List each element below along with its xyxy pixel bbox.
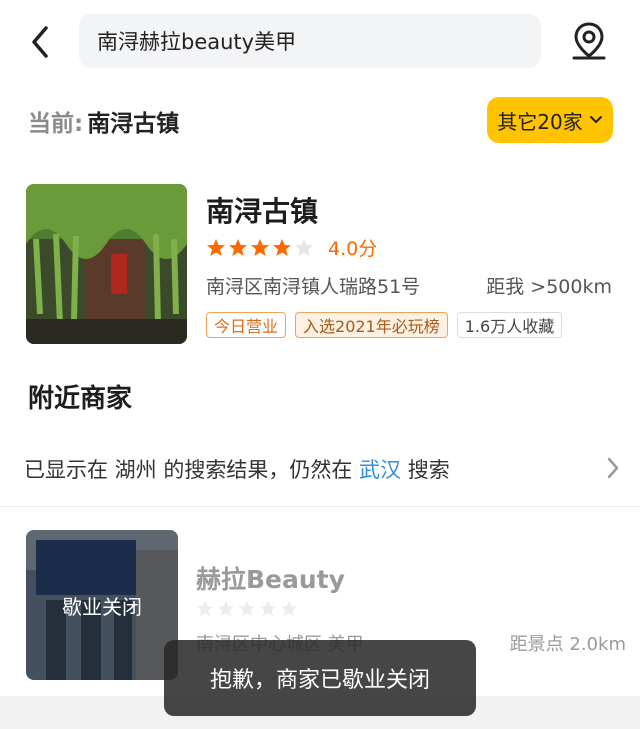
star-icon <box>238 600 256 617</box>
star-icon <box>229 238 247 256</box>
other-shops-button[interactable]: 其它20家 <box>487 97 613 143</box>
notice-text: 已显示在 湖州 的搜索结果，仍然在 武汉 搜索 <box>24 454 450 484</box>
shop-name: 南浔古镇 <box>206 195 319 228</box>
star-icon <box>207 238 225 256</box>
toast-text: 抱歉，商家已歇业关闭 <box>209 668 430 693</box>
star-icon <box>196 600 214 617</box>
current-value: 南浔古镇 <box>87 111 180 137</box>
shop-rating: 4.0分 <box>206 234 377 261</box>
notice-suffix: 搜索 <box>407 458 450 482</box>
top-bar: 南浔赫拉beauty美甲 <box>0 0 640 84</box>
chevron-left-icon <box>32 26 48 58</box>
chevron-right-icon <box>607 457 619 479</box>
section-title-nearby: 附近商家 <box>28 384 133 414</box>
location-pin-icon <box>572 22 606 60</box>
search-input[interactable]: 南浔赫拉beauty美甲 <box>79 14 541 68</box>
closed-overlay: 歇业关闭 <box>26 530 178 680</box>
notice-city-link[interactable]: 武汉 <box>359 458 401 482</box>
tag-favorites: 1.6万人收藏 <box>456 312 563 338</box>
location-button[interactable] <box>566 18 612 64</box>
divider <box>0 506 640 507</box>
shop-tags: 今日营业 入选2021年必玩榜 1.6万人收藏 <box>206 312 571 338</box>
closed-shop-image: 歇业关闭 <box>26 530 178 680</box>
rating-score: 4.0分 <box>328 238 378 260</box>
closed-shop-rating <box>196 600 301 618</box>
current-label: 当前: <box>28 111 84 137</box>
shop-address: 南浔区南浔镇人瑞路51号 <box>206 276 421 298</box>
star-icon <box>295 238 313 256</box>
toast-message: 抱歉，商家已歇业关闭 <box>164 640 476 716</box>
notice-prefix: 已显示在 湖州 的搜索结果，仍然在 <box>24 458 353 482</box>
tag-open-today: 今日营业 <box>206 312 287 338</box>
search-query: 南浔赫拉beauty美甲 <box>97 30 297 54</box>
back-button[interactable] <box>26 22 56 62</box>
star-icon <box>259 600 277 617</box>
closed-shop-distance: 距景点 2.0km <box>509 634 626 655</box>
shop-card[interactable]: 南浔古镇 4.0分 南浔区南浔镇人瑞路51号 距我 >500km 今日营业 入选… <box>26 184 626 346</box>
star-icon <box>273 238 291 256</box>
chevron-down-icon <box>589 116 602 123</box>
shop-distance: 距我 >500km <box>486 276 612 298</box>
closed-shop-name: 赫拉Beauty <box>196 565 345 594</box>
star-icon <box>251 238 269 256</box>
current-location: 当前: 南浔古镇 <box>28 104 179 138</box>
search-region-notice[interactable]: 已显示在 湖州 的搜索结果，仍然在 武汉 搜索 <box>0 440 640 498</box>
closed-overlay-text: 歇业关闭 <box>62 594 142 619</box>
shop-image <box>26 184 187 344</box>
other-shops-label: 其它20家 <box>497 109 583 134</box>
star-icon <box>280 600 298 617</box>
star-icon <box>217 600 235 617</box>
tag-must-visit: 入选2021年必玩榜 <box>295 312 448 338</box>
